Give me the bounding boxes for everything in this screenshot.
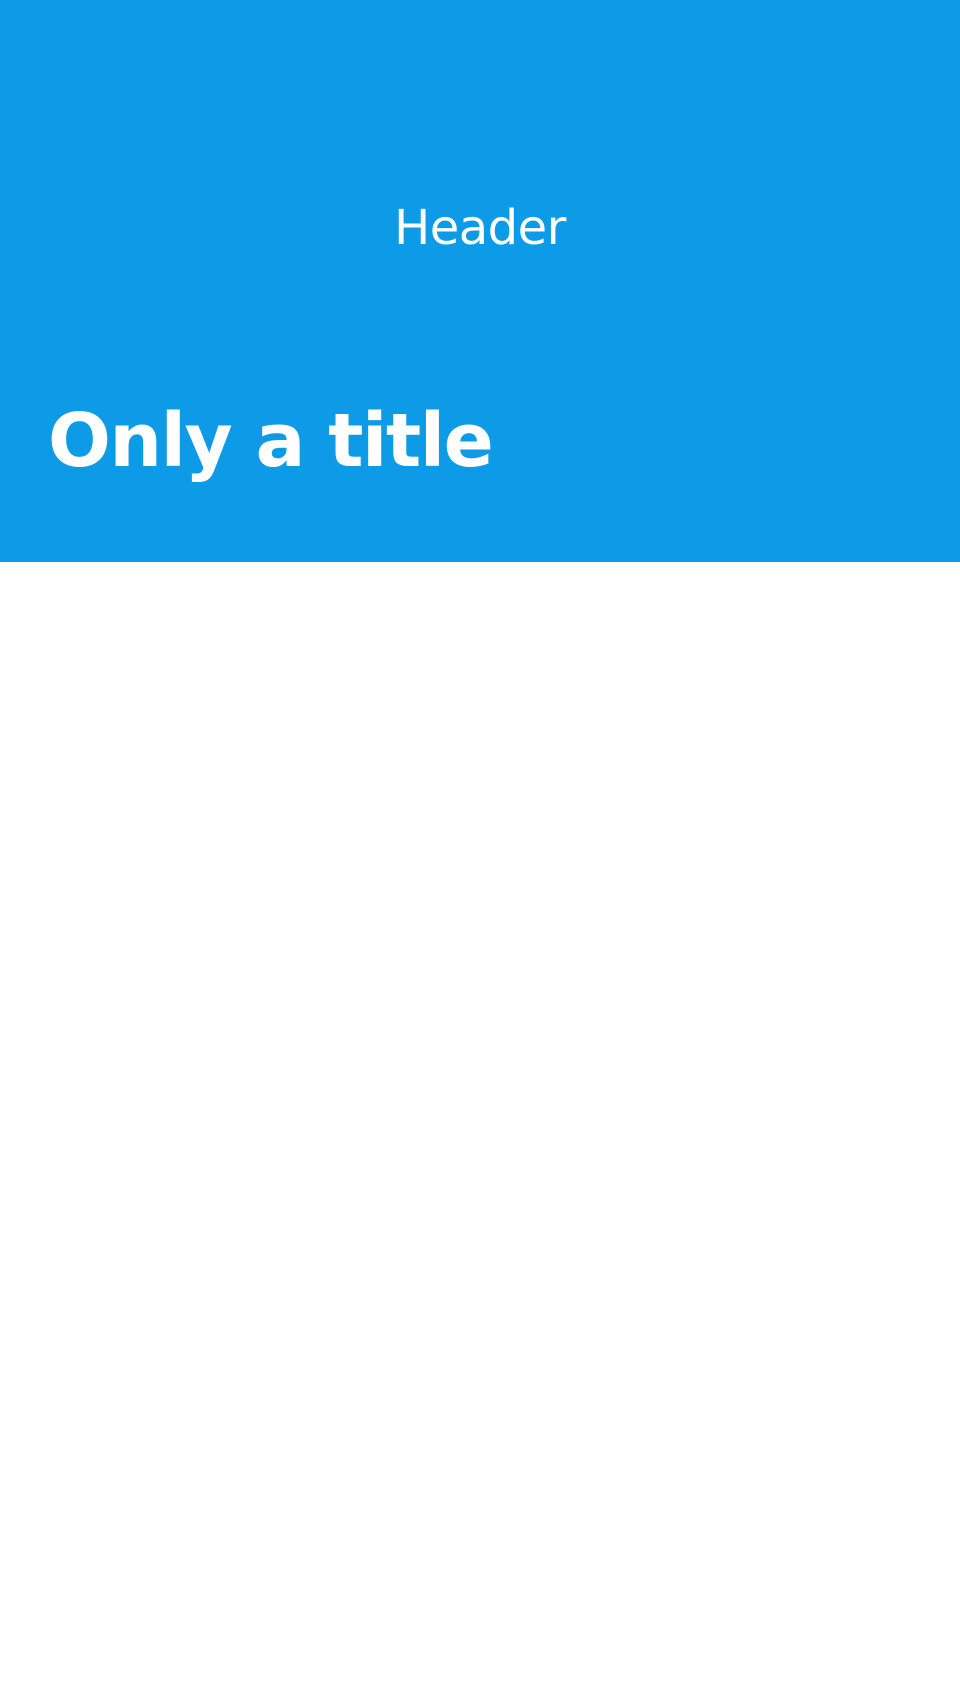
app-header: Header Only a title — [0, 0, 960, 562]
content-area — [0, 562, 960, 1704]
page-title: Only a title — [48, 398, 494, 484]
header-label: Header — [394, 200, 566, 256]
